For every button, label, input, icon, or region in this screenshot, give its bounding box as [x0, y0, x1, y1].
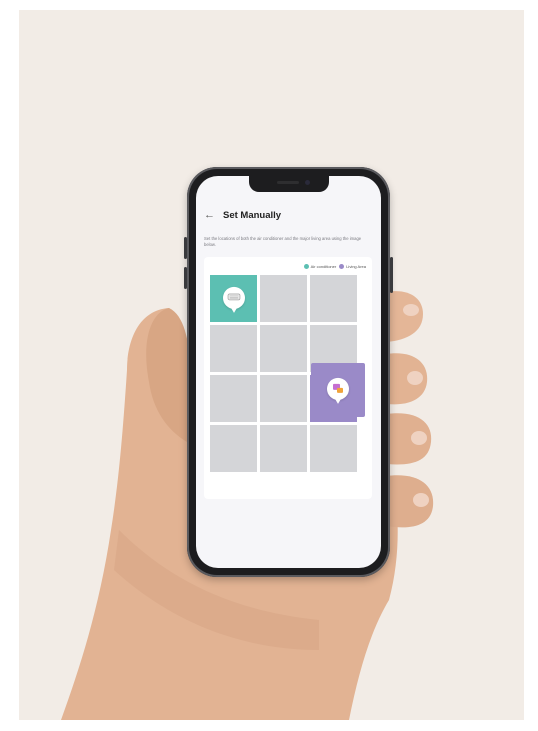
ac-dot-icon — [303, 264, 309, 269]
smartphone: ← Set Manually Set the locations of both… — [184, 167, 393, 577]
back-arrow-icon[interactable]: ← — [204, 210, 215, 221]
air-conditioner-icon — [227, 293, 240, 300]
grid-cell[interactable] — [210, 425, 257, 472]
speaker-icon — [276, 181, 299, 184]
camera-icon — [304, 180, 310, 185]
grid-cell[interactable] — [260, 275, 307, 322]
volume-button — [184, 267, 187, 289]
grid-cell[interactable] — [310, 425, 357, 472]
legend: Air conditioner Living Area — [303, 264, 366, 269]
ac-pin[interactable] — [222, 286, 245, 309]
legend-item-ac: Air conditioner — [303, 264, 337, 269]
phone-notch — [248, 176, 329, 192]
living-dot-icon — [339, 264, 345, 269]
grid-cell[interactable] — [260, 325, 307, 372]
app-header: ← Set Manually — [204, 210, 282, 222]
phone-screen: ← Set Manually Set the locations of both… — [196, 176, 381, 568]
legend-living-label: Living Area — [346, 264, 366, 269]
living-pin[interactable] — [327, 377, 349, 400]
grid-cell[interactable] — [210, 325, 257, 372]
location-card: Air conditioner Living Area — [204, 257, 372, 499]
grid-cell[interactable] — [210, 375, 257, 422]
product-photo: ← Set Manually Set the locations of both… — [19, 10, 524, 720]
grid-cell-ac[interactable] — [210, 275, 257, 322]
power-button — [390, 257, 393, 293]
grid-cell[interactable] — [310, 275, 357, 322]
finger-shape — [386, 291, 423, 342]
legend-item-living: Living Area — [339, 264, 366, 269]
living-area-icon — [333, 383, 343, 393]
living-area-marker[interactable] — [311, 363, 365, 417]
grid-cell[interactable] — [260, 425, 307, 472]
volume-button — [184, 237, 187, 259]
instruction-text: Set the locations of both the air condit… — [204, 236, 362, 247]
page-title: Set Manually — [223, 210, 282, 221]
grid-cell[interactable] — [260, 375, 307, 422]
legend-ac-label: Air conditioner — [310, 264, 337, 269]
